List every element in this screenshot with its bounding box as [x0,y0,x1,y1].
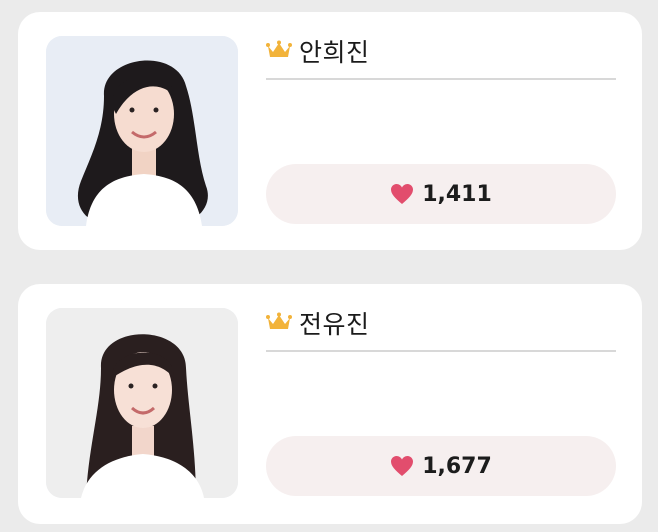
heart-icon [391,184,414,204]
vote-count: 1,677 [422,453,492,479]
candidate-name: 전유진 [299,310,370,339]
name-row: 전유진 [266,304,616,352]
vote-count: 1,411 [422,181,492,207]
crown-icon [266,312,292,329]
vote-button[interactable]: 1,677 [266,436,616,496]
candidate-card: 전유진 1,677 [18,284,642,524]
crown-icon [266,40,292,57]
candidate-photo [46,308,238,498]
heart-icon [391,456,414,476]
candidate-card: 안희진 1,411 [18,12,642,250]
vote-button[interactable]: 1,411 [266,164,616,224]
candidate-name: 안희진 [299,38,370,67]
name-row: 안희진 [266,32,616,80]
candidate-photo [46,36,238,226]
